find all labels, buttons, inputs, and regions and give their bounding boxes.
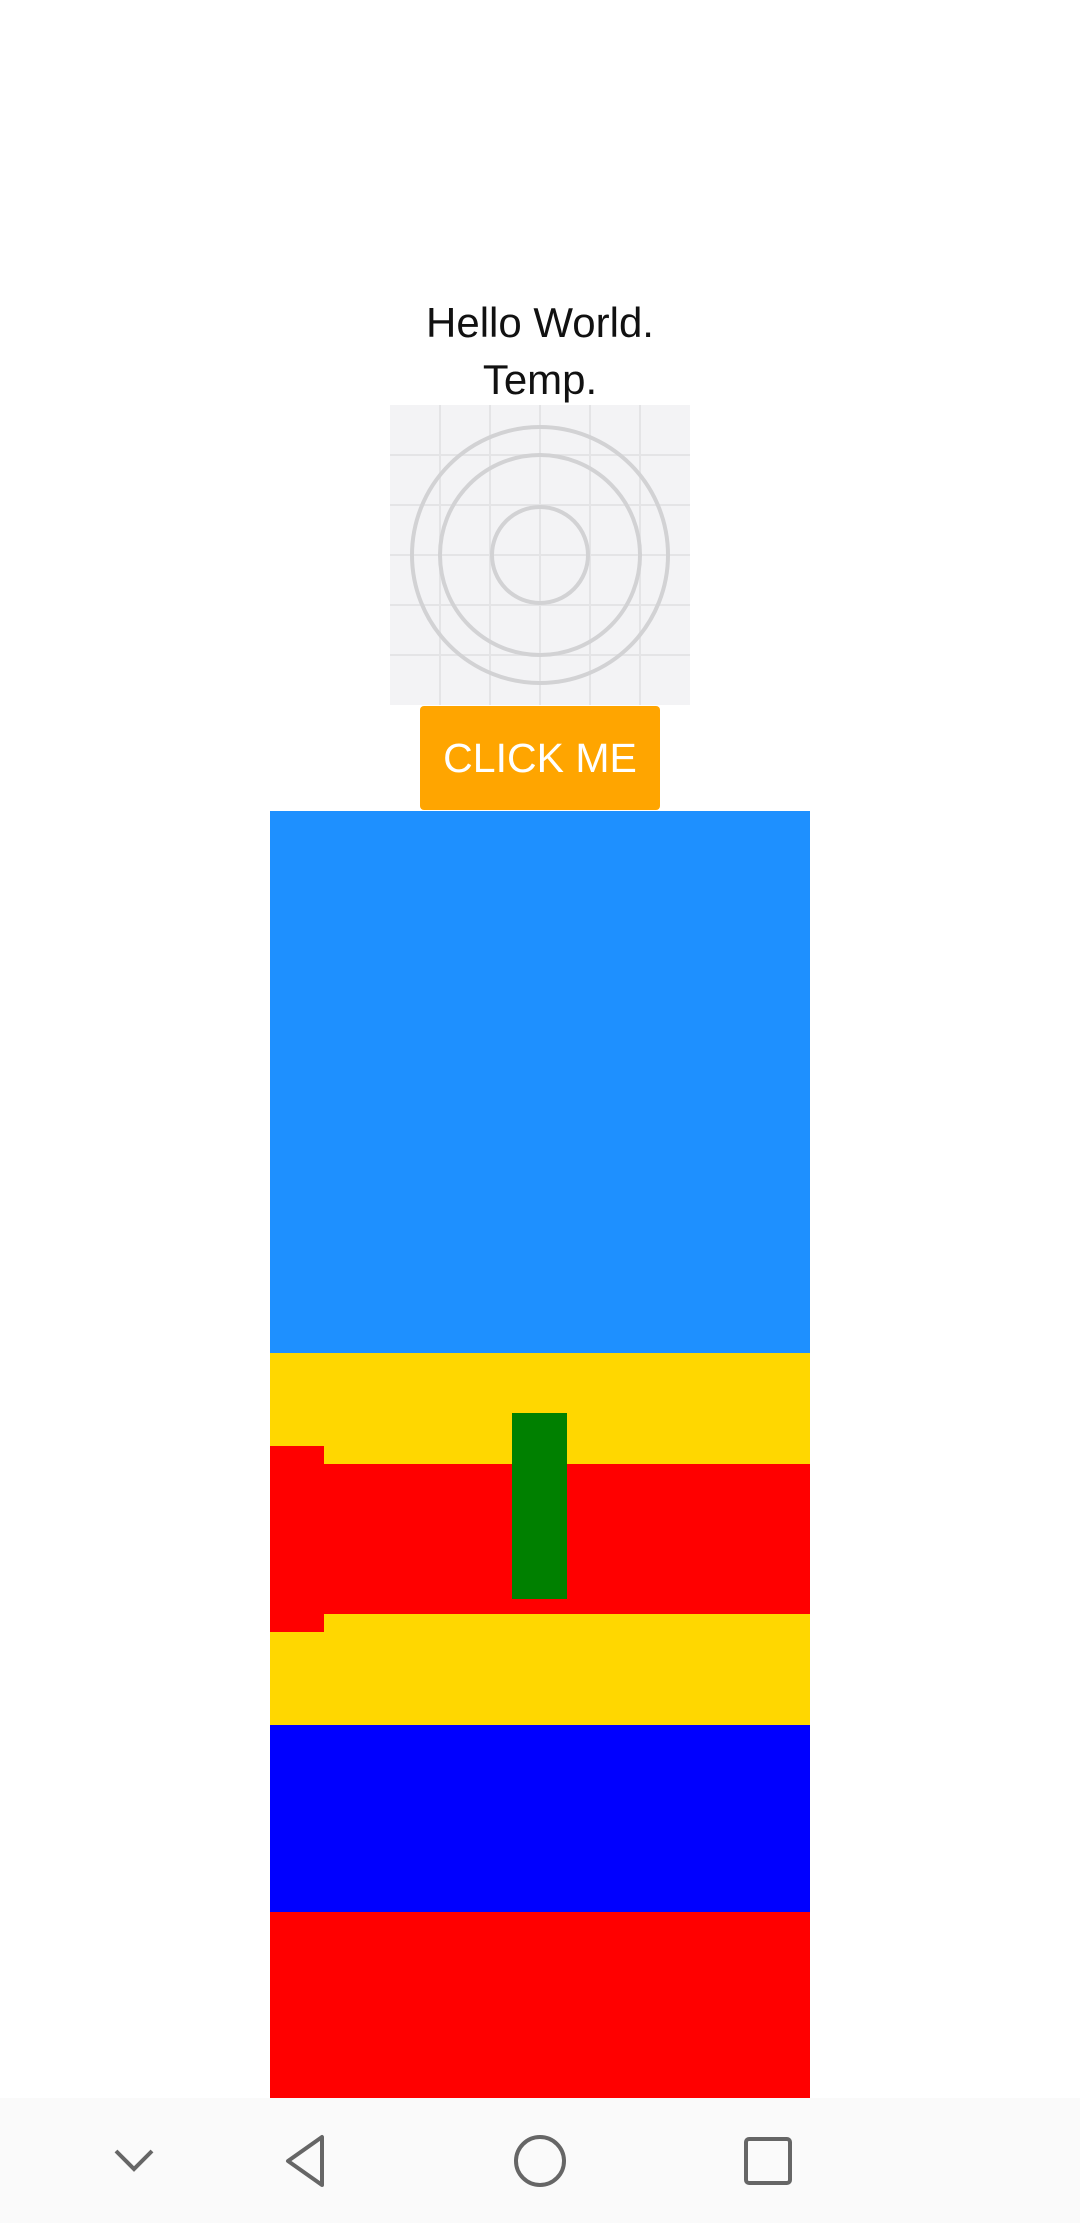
home-icon[interactable]	[480, 2098, 600, 2223]
click-me-button[interactable]: CLICK ME	[420, 706, 660, 810]
blue-bottom-block	[270, 1725, 810, 1912]
app-screen: Hello World. Temp. CLICK ME	[0, 0, 1080, 2223]
back-icon[interactable]	[248, 2098, 368, 2223]
system-navigation-bar	[0, 2098, 1080, 2223]
yellow-bottom-block	[270, 1614, 810, 1725]
temp-text: Temp.	[482, 356, 598, 403]
image-placeholder-icon	[390, 405, 690, 705]
red-bottom-block	[270, 1912, 810, 2098]
red-side-block	[270, 1446, 324, 1632]
green-bar	[512, 1413, 567, 1599]
hello-text: Hello World.	[426, 299, 654, 346]
recents-icon[interactable]	[708, 2098, 828, 2223]
chevron-down-icon[interactable]	[74, 2098, 194, 2223]
blue-top-block	[270, 811, 810, 1353]
